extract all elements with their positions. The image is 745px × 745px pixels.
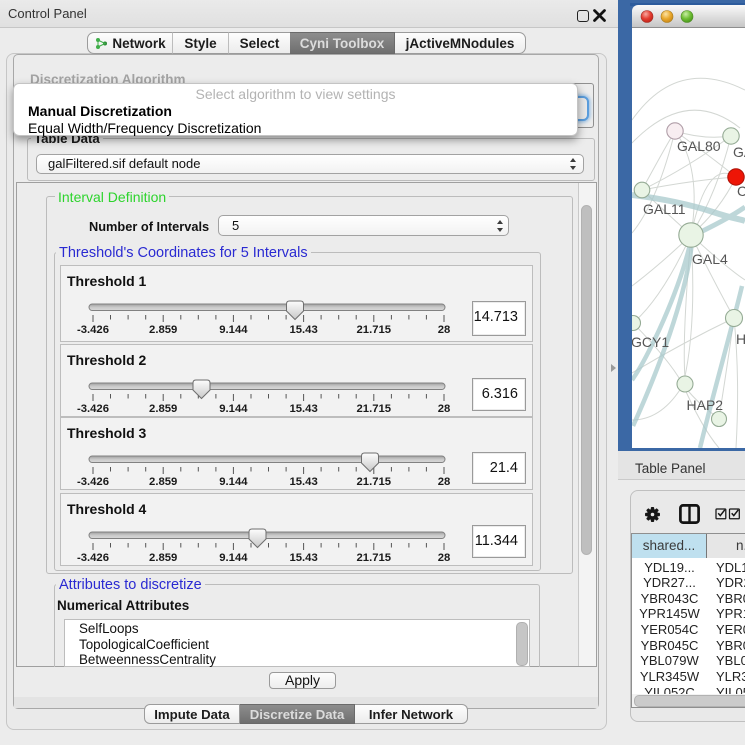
svg-text:15.43: 15.43 <box>289 403 317 415</box>
svg-text:15.43: 15.43 <box>289 324 317 336</box>
svg-text:GA: GA <box>733 144 745 160</box>
svg-text:21.715: 21.715 <box>357 552 392 564</box>
svg-text:28: 28 <box>438 552 451 564</box>
svg-text:GCY1: GCY1 <box>632 334 669 350</box>
svg-text:-3.426: -3.426 <box>77 324 109 336</box>
svg-text:28: 28 <box>438 476 451 488</box>
svg-text:9.144: 9.144 <box>219 476 248 488</box>
svg-text:GAL4: GAL4 <box>692 251 728 267</box>
svg-text:28: 28 <box>438 324 451 336</box>
svg-text:21.715: 21.715 <box>357 324 392 336</box>
svg-text:21.715: 21.715 <box>357 403 392 415</box>
svg-text:H: H <box>736 331 745 347</box>
svg-text:15.43: 15.43 <box>289 476 317 488</box>
svg-text:21.715: 21.715 <box>357 476 392 488</box>
svg-text:2.859: 2.859 <box>149 324 177 336</box>
svg-text:28: 28 <box>438 403 451 415</box>
svg-text:HAP2: HAP2 <box>687 397 724 413</box>
svg-text:2.859: 2.859 <box>149 476 177 488</box>
svg-text:-3.426: -3.426 <box>77 552 109 564</box>
svg-text:C: C <box>737 183 745 199</box>
svg-text:9.144: 9.144 <box>219 324 248 336</box>
svg-text:9.144: 9.144 <box>219 552 248 564</box>
svg-text:GAL11: GAL11 <box>643 201 686 217</box>
svg-text:2.859: 2.859 <box>149 552 177 564</box>
svg-text:2.859: 2.859 <box>149 403 177 415</box>
svg-text:GAL80: GAL80 <box>677 138 721 154</box>
svg-text:-3.426: -3.426 <box>77 476 109 488</box>
svg-text:-3.426: -3.426 <box>77 403 109 415</box>
svg-text:9.144: 9.144 <box>219 403 248 415</box>
svg-text:15.43: 15.43 <box>289 552 317 564</box>
